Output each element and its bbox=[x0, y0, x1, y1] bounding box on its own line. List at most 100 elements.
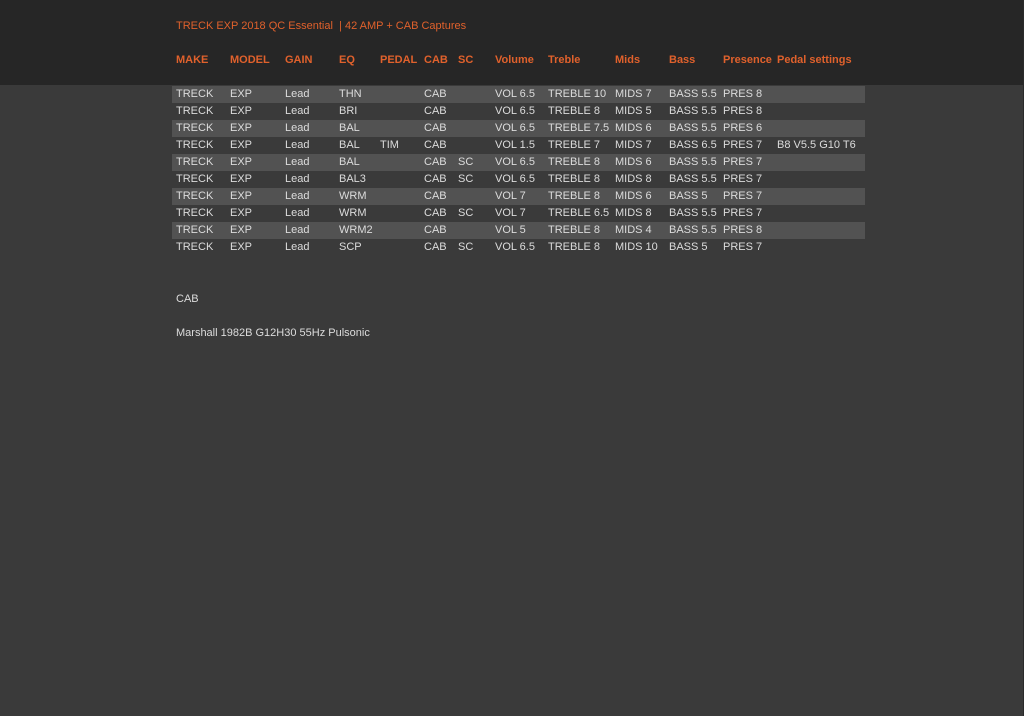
cell-treble: TREBLE 7 bbox=[548, 139, 600, 151]
cell-cab: CAB bbox=[424, 156, 447, 168]
cell-bass: BASS 6.5 bbox=[669, 139, 717, 151]
cell-mids: MIDS 6 bbox=[615, 122, 652, 134]
cell-volume: VOL 6.5 bbox=[495, 122, 535, 134]
cell-model: EXP bbox=[230, 241, 253, 253]
header-pedal-settings: Pedal settings bbox=[777, 54, 852, 66]
cell-volume: VOL 6.5 bbox=[495, 173, 535, 185]
header-band bbox=[0, 0, 1024, 85]
cell-cab: CAB bbox=[424, 173, 447, 185]
cell-cab: CAB bbox=[424, 105, 447, 117]
cell-gain: Lead bbox=[285, 241, 310, 253]
cell-volume: VOL 7 bbox=[495, 190, 526, 202]
header-bass: Bass bbox=[669, 54, 696, 66]
cell-make: TRECK bbox=[176, 173, 214, 185]
cell-bass: BASS 5.5 bbox=[669, 173, 717, 185]
cell-mids: MIDS 10 bbox=[615, 241, 658, 253]
cell-make: TRECK bbox=[176, 88, 214, 100]
cell-bass: BASS 5.5 bbox=[669, 156, 717, 168]
cell-mids: MIDS 6 bbox=[615, 190, 652, 202]
cell-make: TRECK bbox=[176, 207, 214, 219]
cell-eq: SCP bbox=[339, 241, 362, 253]
header-presence: Presence bbox=[723, 54, 772, 66]
cell-eq: THN bbox=[339, 88, 362, 100]
cell-bass: BASS 5 bbox=[669, 241, 708, 253]
cell-model: EXP bbox=[230, 139, 253, 151]
cell-make: TRECK bbox=[176, 105, 214, 117]
cell-volume: VOL 6.5 bbox=[495, 241, 535, 253]
cell-presence: PRES 7 bbox=[723, 190, 763, 202]
cell-eq: BAL bbox=[339, 139, 360, 151]
table-row: TRECK EXP Lead BAL TIM CAB VOL 1.5 TREBL… bbox=[172, 137, 865, 154]
cell-presence: PRES 7 bbox=[723, 207, 763, 219]
cab-section-value: Marshall 1982B G12H30 55Hz Pulsonic bbox=[176, 327, 370, 339]
cell-sc: SC bbox=[458, 173, 474, 185]
cell-gain: Lead bbox=[285, 105, 310, 117]
cell-cab: CAB bbox=[424, 224, 447, 236]
header-gain: GAIN bbox=[285, 54, 313, 66]
cell-eq: BAL3 bbox=[339, 173, 366, 185]
cell-mids: MIDS 5 bbox=[615, 105, 652, 117]
cell-eq: WRM bbox=[339, 190, 367, 202]
cell-treble: TREBLE 8 bbox=[548, 105, 600, 117]
cell-treble: TREBLE 10 bbox=[548, 88, 607, 100]
table-header-row: MAKE MODEL GAIN EQ PEDAL CAB SC Volume T… bbox=[0, 54, 1024, 70]
header-pedal: PEDAL bbox=[380, 54, 418, 66]
cell-bass: BASS 5.5 bbox=[669, 88, 717, 100]
table-row: TRECK EXP Lead WRM CAB VOL 7 TREBLE 8 MI… bbox=[172, 188, 865, 205]
cell-gain: Lead bbox=[285, 173, 310, 185]
table-row: TRECK EXP Lead BAL CAB VOL 6.5 TREBLE 7.… bbox=[172, 120, 865, 137]
cell-presence: PRES 7 bbox=[723, 173, 763, 185]
cell-eq: BRI bbox=[339, 105, 358, 117]
cell-bass: BASS 5.5 bbox=[669, 224, 717, 236]
cell-gain: Lead bbox=[285, 139, 310, 151]
cell-gain: Lead bbox=[285, 190, 310, 202]
cell-mids: MIDS 8 bbox=[615, 207, 652, 219]
cell-make: TRECK bbox=[176, 122, 214, 134]
cell-treble: TREBLE 8 bbox=[548, 156, 600, 168]
header-volume: Volume bbox=[495, 54, 534, 66]
cell-presence: PRES 8 bbox=[723, 105, 763, 117]
cell-model: EXP bbox=[230, 88, 253, 100]
cell-treble: TREBLE 8 bbox=[548, 224, 600, 236]
cell-treble: TREBLE 6.5 bbox=[548, 207, 610, 219]
cell-make: TRECK bbox=[176, 139, 214, 151]
cell-presence: PRES 7 bbox=[723, 139, 763, 151]
cell-eq: WRM bbox=[339, 207, 367, 219]
cell-volume: VOL 5 bbox=[495, 224, 526, 236]
header-sc: SC bbox=[458, 54, 474, 66]
cell-eq: BAL bbox=[339, 122, 360, 134]
cell-mids: MIDS 7 bbox=[615, 139, 652, 151]
cell-volume: VOL 1.5 bbox=[495, 139, 535, 151]
table-row: TRECK EXP Lead BRI CAB VOL 6.5 TREBLE 8 … bbox=[172, 103, 865, 120]
cell-presence: PRES 8 bbox=[723, 224, 763, 236]
cell-presence: PRES 7 bbox=[723, 156, 763, 168]
header-treble: Treble bbox=[548, 54, 581, 66]
cell-cab: CAB bbox=[424, 241, 447, 253]
cell-cab: CAB bbox=[424, 88, 447, 100]
cell-bass: BASS 5.5 bbox=[669, 207, 717, 219]
captures-table: TRECK EXP Lead THN CAB VOL 6.5 TREBLE 10… bbox=[172, 86, 865, 256]
cell-volume: VOL 6.5 bbox=[495, 156, 535, 168]
cell-treble: TREBLE 7.5 bbox=[548, 122, 610, 134]
cell-model: EXP bbox=[230, 224, 253, 236]
cell-model: EXP bbox=[230, 122, 253, 134]
cell-make: TRECK bbox=[176, 241, 214, 253]
cell-presence: PRES 7 bbox=[723, 241, 763, 253]
cell-make: TRECK bbox=[176, 190, 214, 202]
cell-model: EXP bbox=[230, 173, 253, 185]
cell-model: EXP bbox=[230, 156, 253, 168]
cell-eq: BAL bbox=[339, 156, 360, 168]
cell-model: EXP bbox=[230, 207, 253, 219]
table-row: TRECK EXP Lead SCP CAB SC VOL 6.5 TREBLE… bbox=[172, 239, 865, 256]
cell-gain: Lead bbox=[285, 122, 310, 134]
cab-section-label: CAB bbox=[176, 293, 199, 305]
cell-presence: PRES 8 bbox=[723, 88, 763, 100]
cell-mids: MIDS 7 bbox=[615, 88, 652, 100]
cell-treble: TREBLE 8 bbox=[548, 241, 600, 253]
cell-presence: PRES 6 bbox=[723, 122, 763, 134]
cell-volume: VOL 7 bbox=[495, 207, 526, 219]
cell-cab: CAB bbox=[424, 190, 447, 202]
cell-bass: BASS 5.5 bbox=[669, 122, 717, 134]
cell-model: EXP bbox=[230, 190, 253, 202]
header-make: MAKE bbox=[176, 54, 209, 66]
